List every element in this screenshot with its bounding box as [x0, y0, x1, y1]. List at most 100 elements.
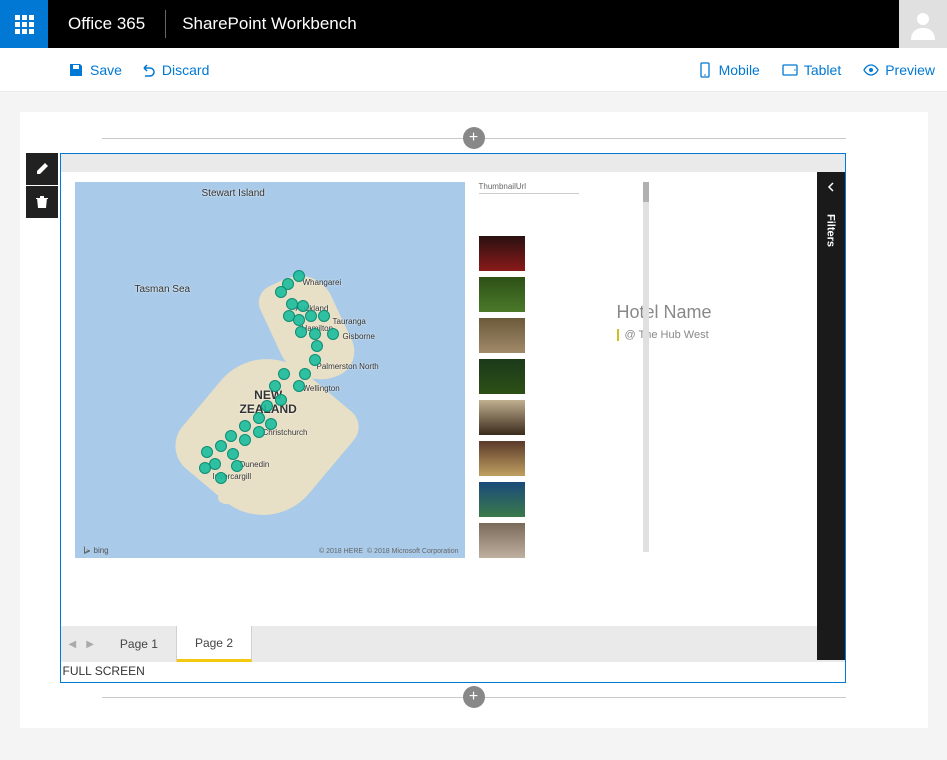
- trash-icon: [34, 194, 50, 210]
- discard-label: Discard: [162, 62, 209, 78]
- map-city-dunedin: Dunedin: [240, 460, 270, 469]
- waffle-icon: [15, 15, 34, 34]
- thumbnail-item[interactable]: [479, 236, 525, 271]
- map-pin[interactable]: [318, 310, 330, 322]
- map-attribution-left: bing: [81, 545, 109, 555]
- thumbnail-item[interactable]: [479, 277, 525, 312]
- map-city-tauranga: Tauranga: [333, 317, 366, 326]
- map-pin[interactable]: [309, 354, 321, 366]
- map-pin[interactable]: [253, 426, 265, 438]
- map-label-stewart: Stewart Island: [202, 188, 265, 199]
- tab-page-2[interactable]: Page 2: [177, 626, 252, 662]
- map-pin[interactable]: [309, 328, 321, 340]
- map-pin[interactable]: [311, 340, 323, 352]
- thumbnail-scrollbar[interactable]: [643, 182, 649, 552]
- undo-icon: [140, 62, 156, 78]
- map-pin[interactable]: [227, 448, 239, 460]
- add-section-button-bottom[interactable]: +: [463, 686, 485, 708]
- thumbnail-item[interactable]: [479, 482, 525, 517]
- map-city-wellington: Wellington: [303, 384, 340, 393]
- report-tabs: ◀ ▶ Page 1 Page 2: [61, 626, 845, 662]
- map-visual[interactable]: Tasman Sea Stewart Island NEW ZEALAND Wh…: [75, 182, 465, 558]
- map-pin[interactable]: [239, 420, 251, 432]
- map-pin[interactable]: [215, 440, 227, 452]
- thumbnail-item[interactable]: [479, 400, 525, 435]
- map-pin[interactable]: [286, 298, 298, 310]
- thumbnail-header: ThumbnailUrl: [479, 182, 579, 194]
- add-section-line-top: +: [102, 138, 846, 139]
- map-pin[interactable]: [327, 328, 339, 340]
- tab-next-button[interactable]: ▶: [86, 639, 94, 650]
- map-pin[interactable]: [253, 412, 265, 424]
- map-pin[interactable]: [215, 472, 227, 484]
- report-top-gutter: [61, 154, 845, 172]
- canvas-wrap: +: [0, 92, 947, 738]
- detail-subtitle: @ The Hub West: [617, 329, 835, 341]
- map-pin[interactable]: [261, 400, 273, 412]
- map-pin[interactable]: [199, 462, 211, 474]
- delete-webpart-button[interactable]: [26, 186, 58, 218]
- fullscreen-link[interactable]: FULL SCREEN: [61, 662, 845, 682]
- map-pin[interactable]: [201, 446, 213, 458]
- app-launcher-button[interactable]: [0, 0, 48, 48]
- map-city-gisborne: Gisborne: [343, 332, 375, 341]
- tab-prev-button[interactable]: ◀: [69, 639, 77, 650]
- tablet-button[interactable]: Tablet: [782, 62, 841, 78]
- filters-expand-button[interactable]: [817, 172, 845, 202]
- bing-icon: [81, 545, 91, 555]
- map-city-whangarei: Whangarei: [303, 278, 342, 287]
- webpart-frame: Tasman Sea Stewart Island NEW ZEALAND Wh…: [60, 153, 846, 683]
- brand-label: Office 365: [48, 14, 165, 34]
- map-pin[interactable]: [269, 380, 281, 392]
- powerbi-report: Tasman Sea Stewart Island NEW ZEALAND Wh…: [61, 154, 845, 662]
- map-pin[interactable]: [265, 418, 277, 430]
- map-pin[interactable]: [231, 460, 243, 472]
- thumbnail-item[interactable]: [479, 441, 525, 476]
- map-pin[interactable]: [278, 368, 290, 380]
- map-pin[interactable]: [275, 286, 287, 298]
- preview-label: Preview: [885, 62, 935, 78]
- tablet-label: Tablet: [804, 62, 841, 78]
- map-pin[interactable]: [295, 326, 307, 338]
- powerbi-webpart: Tasman Sea Stewart Island NEW ZEALAND Wh…: [60, 153, 846, 683]
- mobile-label: Mobile: [719, 62, 760, 78]
- add-section-button-top[interactable]: +: [463, 127, 485, 149]
- pencil-icon: [34, 161, 50, 177]
- save-label: Save: [90, 62, 122, 78]
- map-pin[interactable]: [293, 380, 305, 392]
- tab-page-1[interactable]: Page 1: [102, 626, 177, 662]
- map-pin[interactable]: [305, 310, 317, 322]
- scroll-thumb[interactable]: [643, 182, 649, 202]
- thumbnail-item[interactable]: [479, 523, 525, 558]
- chevron-left-icon: [826, 182, 836, 192]
- map-pin[interactable]: [293, 314, 305, 326]
- person-icon: [907, 8, 939, 40]
- detail-card: Hotel Name @ The Hub West: [593, 182, 845, 616]
- detail-title: Hotel Name: [617, 302, 835, 323]
- report-body: Tasman Sea Stewart Island NEW ZEALAND Wh…: [61, 172, 845, 626]
- mobile-button[interactable]: Mobile: [697, 62, 760, 78]
- command-bar: Save Discard Mobile Tablet Preview: [0, 48, 947, 92]
- eye-icon: [863, 62, 879, 78]
- app-name: SharePoint Workbench: [166, 14, 373, 34]
- user-avatar[interactable]: [899, 0, 947, 48]
- map-pin[interactable]: [275, 394, 287, 406]
- edit-webpart-button[interactable]: [26, 153, 58, 185]
- map-pin[interactable]: [293, 270, 305, 282]
- canvas: +: [20, 112, 928, 728]
- discard-button[interactable]: Discard: [140, 62, 209, 78]
- webpart-toolbar: [26, 153, 58, 219]
- save-button[interactable]: Save: [68, 62, 122, 78]
- map-pin[interactable]: [299, 368, 311, 380]
- preview-button[interactable]: Preview: [863, 62, 935, 78]
- filters-label: Filters: [825, 208, 837, 253]
- map-label-tasman: Tasman Sea: [135, 284, 191, 295]
- thumbnail-item[interactable]: [479, 359, 525, 394]
- add-section-line-bottom: +: [102, 697, 846, 698]
- map-pin[interactable]: [239, 434, 251, 446]
- thumbnail-item[interactable]: [479, 318, 525, 353]
- suite-header: Office 365 SharePoint Workbench: [0, 0, 947, 48]
- map-pin[interactable]: [225, 430, 237, 442]
- save-icon: [68, 62, 84, 78]
- tablet-icon: [782, 62, 798, 78]
